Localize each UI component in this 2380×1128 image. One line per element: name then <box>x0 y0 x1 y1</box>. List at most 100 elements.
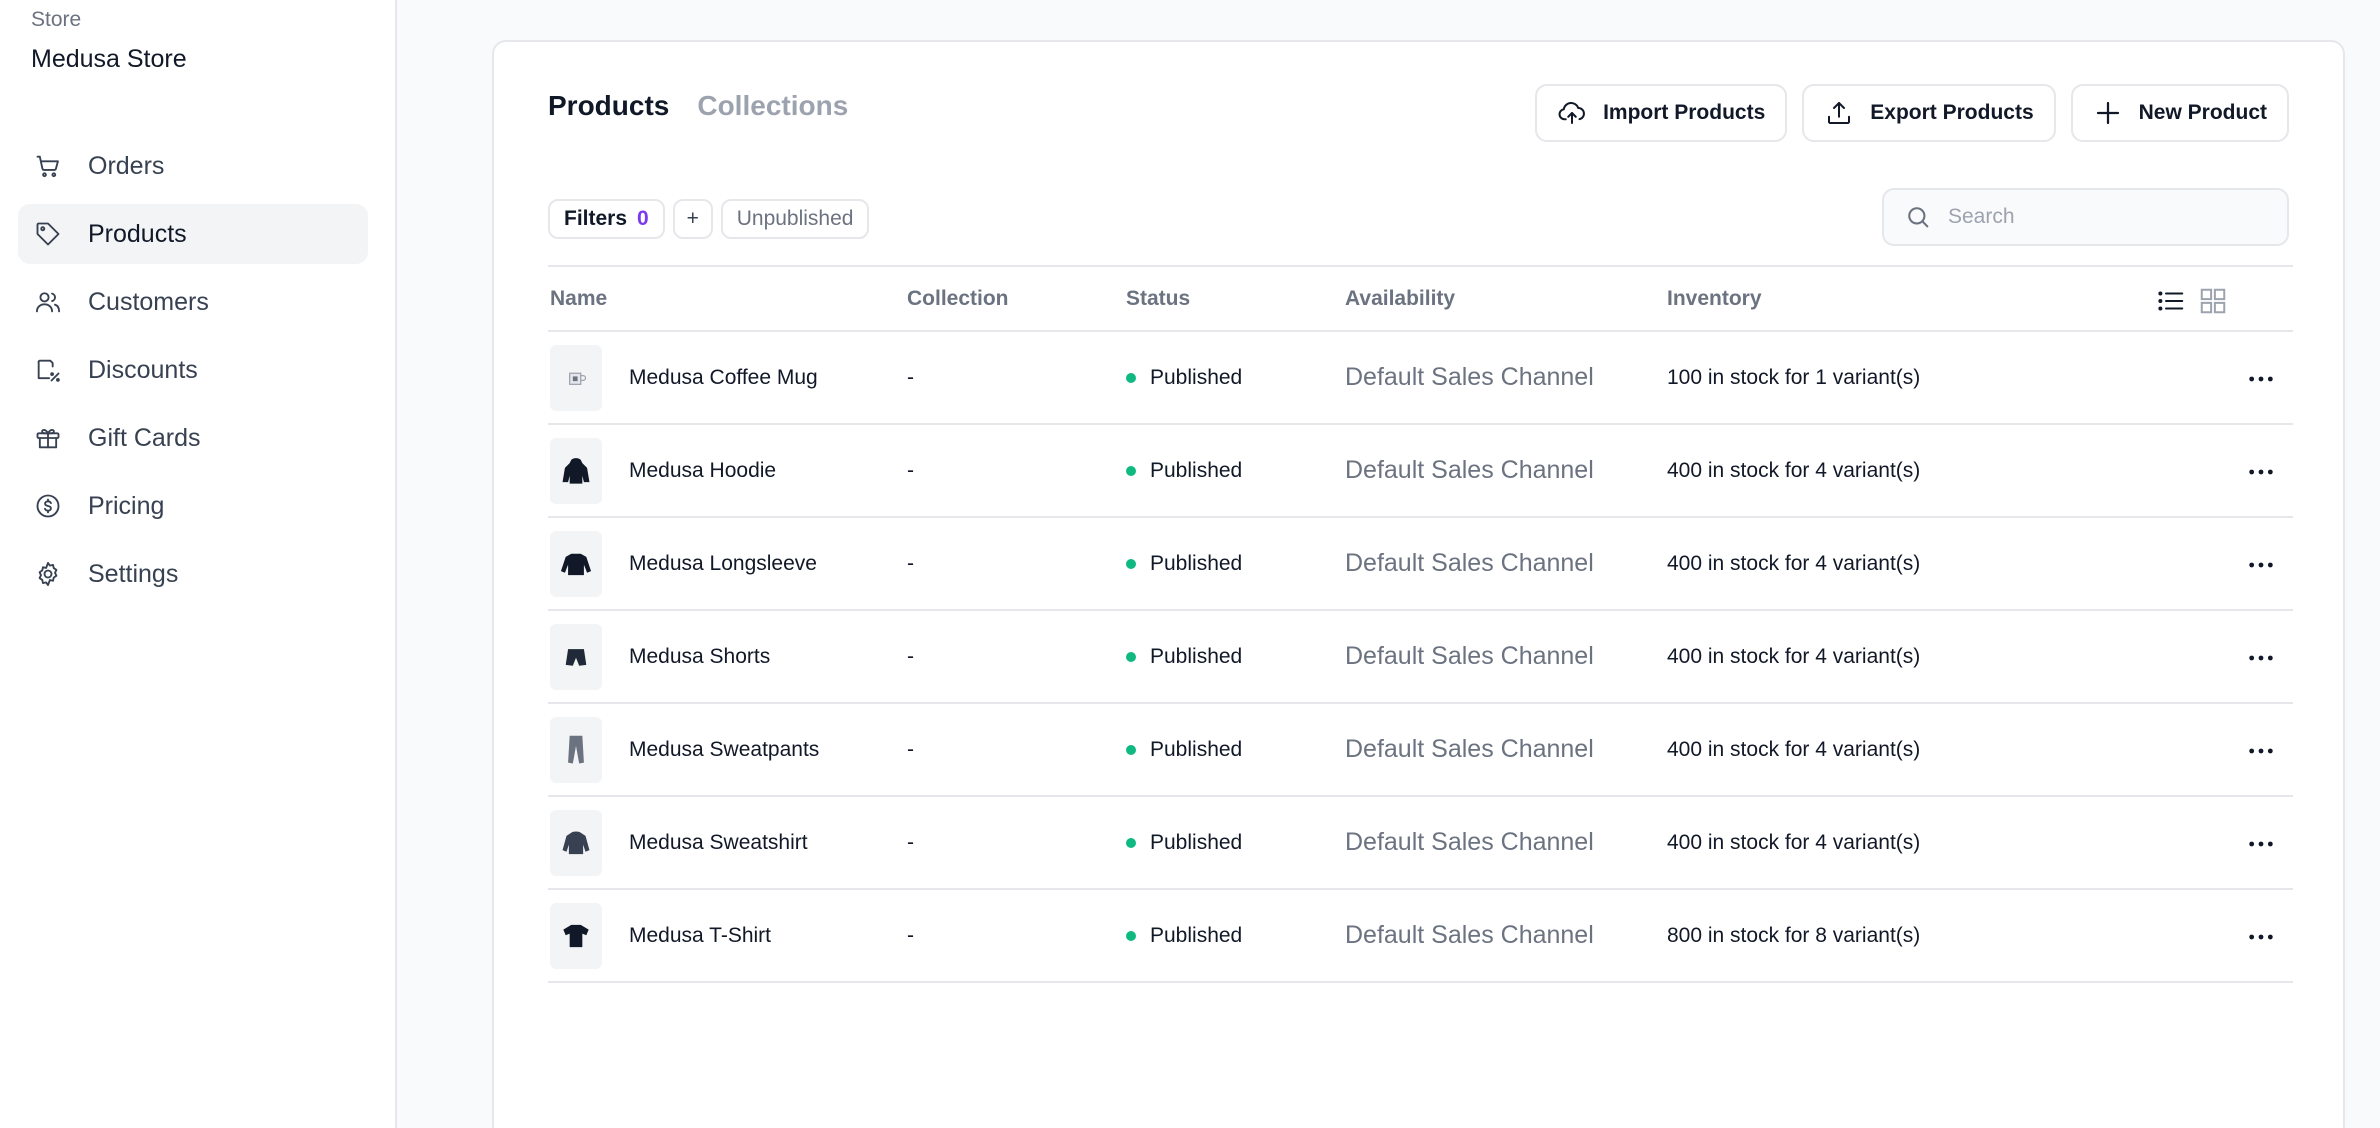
row-actions-button[interactable] <box>2241 731 2281 771</box>
column-header-collection[interactable]: Collection <box>907 287 1126 311</box>
tab-products[interactable]: Products <box>548 90 669 122</box>
row-actions-button[interactable] <box>2241 359 2281 399</box>
product-status: Published <box>1126 552 1345 576</box>
product-thumbnail <box>550 437 602 504</box>
product-name: Medusa Coffee Mug <box>629 365 818 389</box>
column-header-inventory[interactable]: Inventory <box>1667 287 2167 311</box>
product-availability: Default Sales Channel <box>1345 921 1594 949</box>
sidebar-item-pricing[interactable]: Pricing <box>18 476 368 536</box>
sidebar-item-products[interactable]: Products <box>18 204 368 264</box>
product-collection: - <box>907 365 914 389</box>
product-thumbnail <box>550 623 602 690</box>
more-horizontal-icon <box>2249 748 2273 754</box>
status-label: Published <box>1150 830 1243 854</box>
table-row[interactable]: Medusa Shorts - Published Default Sales … <box>548 611 2293 704</box>
table-row[interactable]: Medusa Longsleeve - Published Default Sa… <box>548 518 2293 611</box>
table-row[interactable]: Medusa Sweatshirt - Published Default Sa… <box>548 797 2293 890</box>
product-name: Medusa Longsleeve <box>629 551 817 575</box>
table-row[interactable]: Medusa Coffee Mug - Published Default Sa… <box>548 332 2293 425</box>
table-row[interactable]: Medusa T-Shirt - Published Default Sales… <box>548 890 2293 983</box>
unpublished-filter-chip[interactable]: Unpublished <box>720 199 870 239</box>
product-name: Medusa Sweatshirt <box>629 830 808 854</box>
status-label: Published <box>1150 644 1243 668</box>
product-name-cell: Medusa Shorts <box>548 623 907 690</box>
sidebar-item-customers[interactable]: Customers <box>18 272 368 332</box>
row-actions-button[interactable] <box>2241 638 2281 678</box>
status-dot <box>1126 558 1136 569</box>
product-inventory: 400 in stock for 4 variant(s) <box>1667 644 1921 668</box>
list-view-icon[interactable] <box>2156 286 2186 316</box>
grid-view-icon[interactable] <box>2198 286 2228 316</box>
search-icon <box>1908 207 1929 228</box>
row-actions-button[interactable] <box>2241 824 2281 864</box>
product-availability: Default Sales Channel <box>1345 642 1594 670</box>
export-products-button[interactable]: Export Products <box>1802 84 2056 142</box>
row-actions-button[interactable] <box>2241 545 2281 585</box>
column-header-name[interactable]: Name <box>548 287 907 311</box>
product-inventory: 400 in stock for 4 variant(s) <box>1667 737 1921 761</box>
product-inventory: 400 in stock for 4 variant(s) <box>1667 830 1921 854</box>
app-root: Store Medusa Store Orders Products Custo… <box>0 0 2380 1128</box>
product-name-cell: Medusa Sweatpants <box>548 716 907 783</box>
new-product-button[interactable]: New Product <box>2070 84 2289 142</box>
store-name[interactable]: Medusa Store <box>31 45 187 74</box>
column-header-availability[interactable]: Availability <box>1345 287 1667 311</box>
cart-icon <box>33 151 63 181</box>
product-name-cell: Medusa Sweatshirt <box>548 809 907 876</box>
sidebar: Store Medusa Store Orders Products Custo… <box>0 0 397 1128</box>
row-actions-button[interactable] <box>2241 917 2281 957</box>
import-products-button[interactable]: Import Products <box>1535 84 1788 142</box>
upload-icon <box>1828 102 1851 124</box>
product-thumbnail <box>550 902 602 969</box>
more-horizontal-icon <box>2249 841 2273 847</box>
sweatpants-icon <box>568 735 584 763</box>
status-dot <box>1126 744 1136 755</box>
tag-icon <box>33 219 63 249</box>
product-thumbnail <box>550 716 602 783</box>
product-thumbnail <box>550 530 602 597</box>
sidebar-item-label: Orders <box>88 151 165 180</box>
product-availability: Default Sales Channel <box>1345 735 1594 763</box>
table-row[interactable]: Medusa Hoodie - Published Default Sales … <box>548 425 2293 518</box>
status-dot <box>1126 651 1136 662</box>
product-availability: Default Sales Channel <box>1345 363 1594 391</box>
sidebar-item-label: Customers <box>88 287 209 316</box>
filters-button[interactable]: Filters 0 <box>548 199 665 239</box>
search-box[interactable] <box>1882 188 2289 246</box>
sidebar-item-label: Pricing <box>88 491 165 520</box>
status-dot <box>1126 930 1136 941</box>
dollar-icon <box>33 491 63 521</box>
column-header-status[interactable]: Status <box>1126 287 1345 311</box>
products-card: Products Collections Import Products Exp… <box>492 40 2345 1128</box>
tab-collections[interactable]: Collections <box>697 90 848 122</box>
mug-icon <box>569 372 587 385</box>
sidebar-item-discounts[interactable]: Discounts <box>18 340 368 400</box>
sidebar-item-settings[interactable]: Settings <box>18 544 368 604</box>
status-label: Published <box>1150 737 1243 761</box>
table-row[interactable]: Medusa Sweatpants - Published Default Sa… <box>548 704 2293 797</box>
product-availability: Default Sales Channel <box>1345 828 1594 856</box>
product-collection: - <box>907 551 914 575</box>
new-product-label: New Product <box>2138 101 2267 124</box>
product-inventory: 100 in stock for 1 variant(s) <box>1667 365 1921 389</box>
import-products-label: Import Products <box>1603 101 1766 124</box>
users-icon <box>33 287 63 317</box>
row-actions-button[interactable] <box>2241 452 2281 492</box>
status-label: Published <box>1150 458 1243 482</box>
sidebar-item-orders[interactable]: Orders <box>18 136 368 196</box>
sidebar-nav: Orders Products Customers Discounts Gift… <box>18 136 368 612</box>
product-collection: - <box>907 830 914 854</box>
cloud-upload-icon <box>1558 101 1586 124</box>
action-bar: Import Products Export Products New Prod… <box>1535 84 2289 142</box>
product-collection: - <box>907 644 914 668</box>
discount-icon <box>33 355 63 385</box>
filters-count: 0 <box>637 207 649 230</box>
add-filter-button[interactable]: + <box>672 199 713 239</box>
product-status: Published <box>1126 366 1345 390</box>
more-horizontal-icon <box>2249 376 2273 382</box>
tabs: Products Collections <box>548 90 848 122</box>
product-name: Medusa Hoodie <box>629 458 777 482</box>
longsleeve-icon <box>560 553 592 575</box>
search-input[interactable] <box>1948 205 2248 229</box>
sidebar-item-gift-cards[interactable]: Gift Cards <box>18 408 368 468</box>
